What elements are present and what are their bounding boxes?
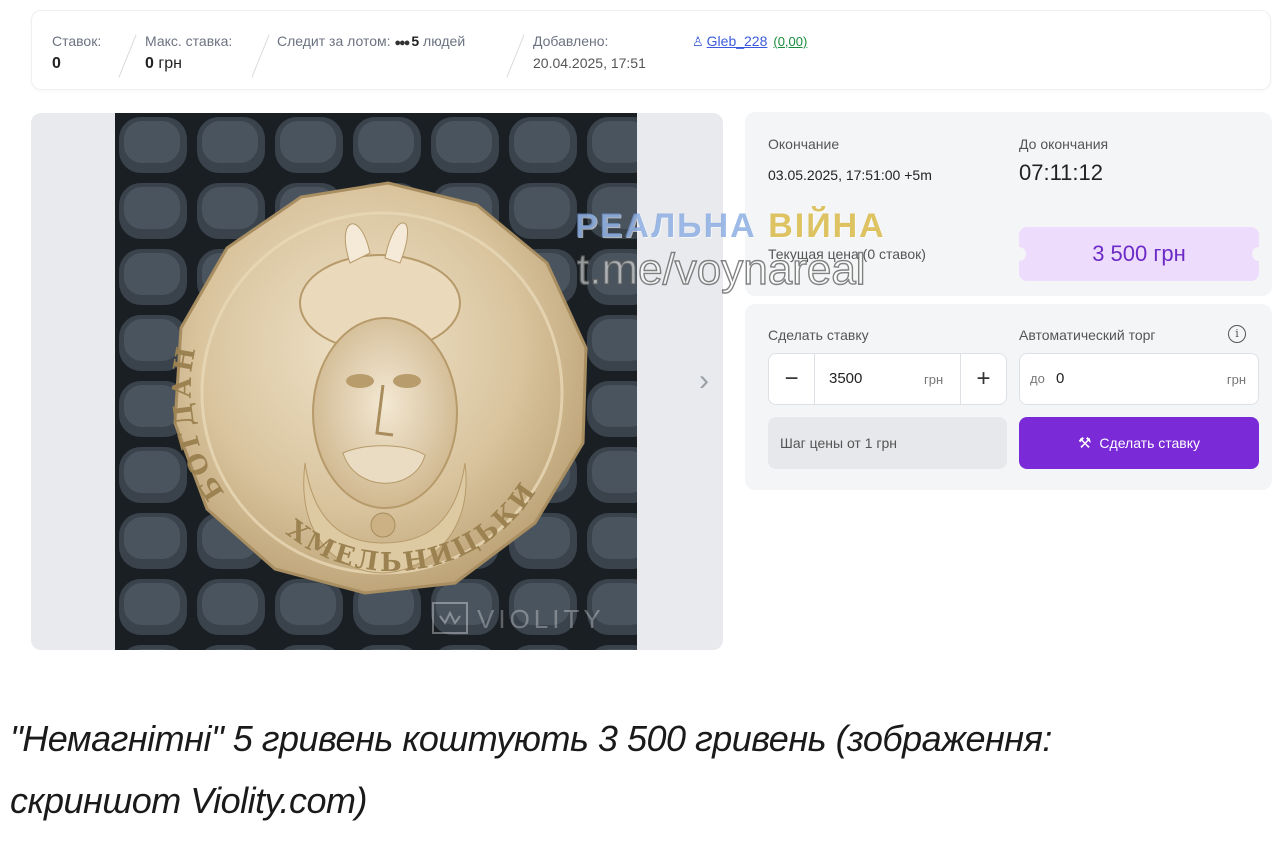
photo-watermark: VIOLITY (477, 604, 605, 634)
watchers-count: 5 (411, 33, 420, 49)
increase-bid-button[interactable]: + (960, 354, 1006, 404)
bids-count: Ставок: 0 (52, 33, 101, 73)
max-bid-value: 0 грн (145, 55, 232, 73)
auto-bid-input[interactable]: до 0 грн (1019, 353, 1259, 405)
max-bid: Макс. ставка: 0 грн (145, 33, 232, 73)
chevron-right-icon[interactable]: › (689, 363, 719, 399)
max-bid-amount: 0 (145, 55, 154, 72)
seller-rating-link[interactable]: (0,00) (773, 34, 807, 49)
watermark-part1: РЕАЛЬНА (575, 207, 757, 245)
watchers-unit: людей (423, 33, 466, 49)
max-bid-unit: грн (158, 55, 182, 72)
bids-value: 0 (52, 55, 61, 72)
lot-info-bar: Ставок: 0 Макс. ставка: 0 грн Следит за … (31, 10, 1271, 90)
channel-watermark-url: t.me/voynareal (576, 244, 866, 294)
countdown-timer: 07:11:12 (1019, 160, 1104, 185)
max-bid-label: Макс. ставка: (145, 33, 233, 49)
end-value: 03.05.2025, 17:51:00 +5m (768, 167, 932, 183)
added-value: 20.04.2025, 17:51 (533, 55, 646, 71)
auto-bid-label: Автоматический торг (1019, 327, 1156, 343)
place-bid-label: Сделать ставку (1099, 435, 1201, 451)
channel-watermark-title: РЕАЛЬНА ВІЙНА (575, 207, 886, 246)
user-icon: ♙ (692, 34, 704, 49)
current-price-value: 3 500 грн (1092, 241, 1186, 266)
seller-link[interactable]: Gleb_228 (707, 33, 768, 49)
price-step-note: Шаг цены от 1 грн (768, 417, 1007, 469)
lot-photo[interactable]: БОГДАН ХМЕЛЬНИЦЬКИЙ VIOLITY (115, 113, 637, 650)
photo-gallery: БОГДАН ХМЕЛЬНИЦЬКИЙ VIOLITY › (31, 113, 723, 650)
watchers-label: Следит за лотом: (277, 33, 391, 49)
auto-bid-value[interactable]: 0 (1056, 370, 1064, 387)
decrease-bid-button[interactable]: − (769, 354, 815, 404)
divider (118, 34, 137, 78)
divider (506, 34, 525, 78)
place-bid-button[interactable]: ⚒ Сделать ставку (1019, 417, 1259, 469)
end-label: Окончание (768, 136, 840, 152)
make-bid-label: Сделать ставку (768, 327, 869, 343)
watchers: Следит за лотом: ●●● 5 людей (277, 33, 465, 49)
seller: ♙ Gleb_228 (0,00) (692, 33, 807, 51)
image-caption: "Немагнітні" 5 гривень коштують 3 500 гр… (10, 718, 1052, 821)
bid-amount-input[interactable]: 3500 (829, 370, 862, 387)
watermark-part2: ВІЙНА (768, 207, 886, 245)
watchers-line: Следит за лотом: ●●● 5 людей (277, 33, 465, 49)
remaining-label: До окончания (1019, 136, 1109, 152)
bids-label: Ставок: (52, 33, 102, 49)
auto-bid-prefix: до (1030, 371, 1045, 386)
people-icon: ●●● (394, 37, 410, 49)
bid-amount-unit: грн (924, 372, 944, 387)
divider (251, 34, 270, 78)
coin-photo: БОГДАН ХМЕЛЬНИЦЬКИЙ VIOLITY (115, 113, 637, 650)
bid-amount-stepper: − 3500 грн + (768, 353, 1007, 405)
gavel-icon: ⚒ (1077, 435, 1092, 452)
added-date: Добавлено: 20.04.2025, 17:51 (533, 33, 646, 71)
added-label: Добавлено: (533, 33, 609, 49)
current-price-badge: 3 500 грн (1012, 227, 1266, 281)
info-icon[interactable]: i (1228, 325, 1246, 343)
auto-bid-unit: грн (1226, 372, 1246, 387)
